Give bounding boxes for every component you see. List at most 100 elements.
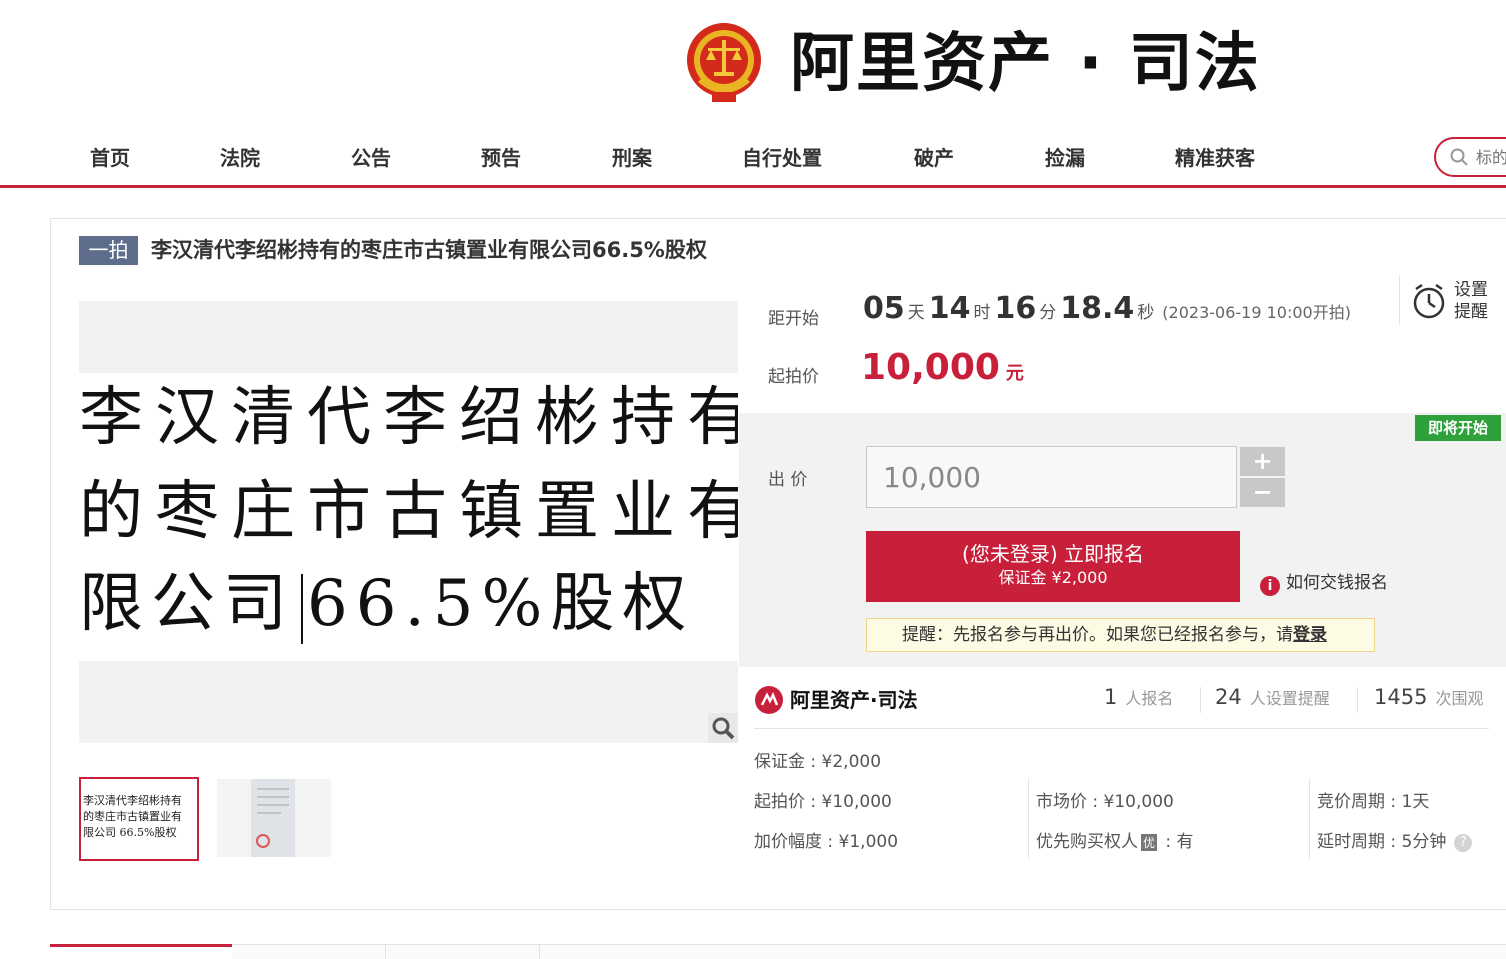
- detail-start-price: 起拍价 : ¥10,000: [754, 792, 892, 812]
- decrease-bid-button[interactable]: −: [1240, 478, 1285, 507]
- reminder-count-label: 人设置提醒: [1249, 689, 1330, 708]
- search-input[interactable]: [1476, 145, 1506, 169]
- countdown-minutes-unit: 分: [1039, 303, 1057, 323]
- tab-divider: [539, 944, 540, 959]
- stat-divider: [1357, 687, 1358, 713]
- signup-count-label: 人报名: [1125, 689, 1174, 708]
- court-emblem-icon: [687, 23, 761, 102]
- search-box[interactable]: [1434, 137, 1506, 177]
- countdown-label: 距开始: [768, 309, 819, 329]
- document-preview-icon: [251, 779, 295, 857]
- how-to-pay-label: 如何交钱报名: [1286, 573, 1388, 593]
- increase-bid-button[interactable]: +: [1240, 447, 1285, 476]
- countdown-minutes: 16: [994, 291, 1037, 326]
- thumbnail-text-line: 李汉清代李绍彬持有: [83, 794, 182, 807]
- column-divider: [1309, 779, 1310, 859]
- ali-assets-logo-icon: [755, 686, 783, 714]
- reminder-count: 24 人设置提醒: [1215, 685, 1330, 709]
- stats-row: 阿里资产·司法 1 人报名 24 人设置提醒 1455 次围观: [754, 681, 1489, 729]
- signup-count-value: 1: [1104, 685, 1118, 709]
- image-text-line: 的枣庄市古镇置业有: [79, 475, 738, 549]
- search-icon[interactable]: [1450, 148, 1468, 166]
- help-icon[interactable]: ?: [1454, 834, 1473, 852]
- tab-active[interactable]: [50, 944, 232, 959]
- nav-item-court[interactable]: 法院: [220, 142, 260, 171]
- view-count-label: 次围观: [1435, 689, 1484, 708]
- image-text-part: 66.5%股权: [307, 567, 695, 641]
- nav-item-preview[interactable]: 预告: [481, 142, 521, 171]
- nav-item-self-disposal[interactable]: 自行处置: [742, 142, 822, 171]
- reminder-count-value: 24: [1215, 685, 1242, 709]
- priority-buyer-label: 优先购买权人: [1036, 832, 1138, 852]
- nav-item-bargain[interactable]: 捡漏: [1045, 142, 1085, 171]
- bid-label: 出 价: [768, 470, 808, 490]
- document-thumbnail-image: [251, 779, 295, 857]
- login-link[interactable]: 登录: [1293, 625, 1327, 645]
- countdown-hours: 14: [928, 291, 971, 326]
- detail-delay-period: 延时周期 : 5分钟?: [1317, 827, 1473, 852]
- detail-increment: 加价幅度 : ¥1,000: [754, 832, 899, 852]
- brand-name: 阿里资产·司法: [790, 688, 918, 712]
- item-title: 李汉清代李绍彬持有的枣庄市古镇置业有限公司66.5%股权: [151, 238, 707, 262]
- countdown-seconds-unit: 秒: [1137, 303, 1155, 323]
- bid-amount-input[interactable]: [866, 446, 1237, 508]
- site-logo-text[interactable]: 阿里资产 · 司法: [790, 24, 1261, 104]
- set-reminder-button[interactable]: 设置提醒: [1399, 275, 1506, 325]
- signup-count: 1 人报名: [1104, 685, 1173, 709]
- nav-item-criminal[interactable]: 刑案: [612, 142, 652, 171]
- thumbnail-2[interactable]: [217, 779, 331, 857]
- countdown-days-unit: 天: [907, 303, 925, 323]
- delay-period-text: 延时周期 : 5分钟: [1317, 832, 1447, 852]
- image-text-line: 李汉清代李绍彬持有: [79, 381, 738, 455]
- detail-market-price: 市场价 : ¥10,000: [1036, 792, 1174, 812]
- thumbnail-1[interactable]: 李汉清代李绍彬持有 的枣庄市古镇置业有 限公司 66.5%股权: [79, 777, 199, 861]
- thumbnail-text-line: 限公司 66.5%股权: [83, 826, 177, 839]
- detail-deposit: 保证金 : ¥2,000: [754, 752, 882, 772]
- detail-bid-period: 竞价周期 : 1天: [1317, 792, 1430, 812]
- signup-button-label: (您未登录) 立即报名: [962, 542, 1144, 566]
- how-to-pay-link[interactable]: i 如何交钱报名: [1260, 568, 1388, 596]
- zoom-icon[interactable]: [708, 713, 738, 743]
- tab-divider: [385, 944, 386, 959]
- countdown-seconds: 18.4: [1060, 291, 1135, 326]
- auction-panel: 一拍 李汉清代李绍彬持有的枣庄市古镇置业有限公司66.5%股权 李汉清代李绍彬持…: [50, 218, 1506, 910]
- countdown: 05 天 14 时 16 分 18.4 秒 (2023-06-19 10:00开拍): [863, 291, 1351, 326]
- image-text-line: 限公司 66.5%股权: [79, 559, 694, 649]
- round-badge: 一拍: [79, 236, 138, 265]
- nav-item-precise-customers[interactable]: 精准获客: [1175, 142, 1255, 171]
- main-nav: 首页 法院 公告 预告 刑案 自行处置 破产 捡漏 精准获客: [0, 130, 1506, 188]
- thumbnail-text: 李汉清代李绍彬持有 的枣庄市古镇置业有 限公司 66.5%股权: [81, 779, 197, 841]
- detail-priority-buyer: 优先购买权人优 : 有: [1036, 827, 1194, 852]
- login-notice: 提醒：先报名参与再出价。如果您已经报名参与，请登录: [866, 618, 1375, 652]
- nav-item-bankruptcy[interactable]: 破产: [914, 142, 954, 171]
- status-badge: 即将开始: [1415, 415, 1501, 441]
- login-notice-text: 提醒：先报名参与再出价。如果您已经报名参与，请: [902, 625, 1293, 645]
- signup-button[interactable]: (您未登录) 立即报名 保证金 ¥2,000: [866, 531, 1240, 602]
- column-divider: [1028, 779, 1029, 859]
- start-price: 10,000 元: [861, 347, 1024, 388]
- countdown-days: 05: [863, 291, 905, 326]
- detail-tabs-bar: [50, 944, 1506, 959]
- start-time: (2023-06-19 10:00开拍): [1162, 303, 1351, 322]
- thumbnail-text-line: 的枣庄市古镇置业有: [83, 810, 182, 823]
- nav-item-announcement[interactable]: 公告: [351, 142, 391, 171]
- set-reminder-label: 设置提醒: [1454, 280, 1488, 322]
- priority-buyer-value: : 有: [1160, 832, 1194, 852]
- priority-badge: 优: [1141, 834, 1158, 851]
- signup-deposit-label: 保证金 ¥2,000: [998, 568, 1108, 587]
- start-price-value: 10,000: [861, 347, 1000, 388]
- view-count-value: 1455: [1374, 685, 1428, 709]
- main-item-image[interactable]: 李汉清代李绍彬持有 的枣庄市古镇置业有 限公司 66.5%股权: [79, 301, 738, 743]
- info-icon: i: [1260, 576, 1280, 596]
- alarm-clock-icon: [1413, 283, 1445, 319]
- nav-item-home[interactable]: 首页: [90, 142, 130, 171]
- countdown-hours-unit: 时: [973, 303, 991, 323]
- image-text-area: 李汉清代李绍彬持有 的枣庄市古镇置业有 限公司 66.5%股权: [79, 373, 738, 661]
- text-caret: [301, 573, 303, 644]
- bid-area: 即将开始 出 价 + − (您未登录) 立即报名 保证金 ¥2,000 i 如何交…: [739, 413, 1506, 667]
- start-price-unit: 元: [1005, 363, 1024, 384]
- stat-divider: [1200, 687, 1201, 713]
- image-text-part: 限公司: [79, 567, 295, 641]
- start-price-label: 起拍价: [768, 367, 819, 387]
- view-count: 1455 次围观: [1374, 685, 1483, 709]
